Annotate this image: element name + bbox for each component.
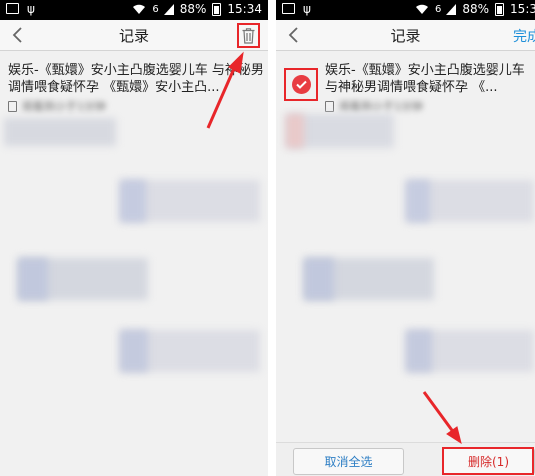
- right-screen: ψ 6 88% 15:3 记录 完成 娱乐-《甄嬛》安小主凸腹选婴儿车与神秘男调…: [276, 0, 535, 476]
- blurred-thumbnail: [120, 180, 146, 222]
- blurred-thumbnail: [18, 258, 48, 300]
- image-notification-icon: [6, 3, 19, 14]
- blurred-thumbnail: [304, 258, 334, 300]
- phone-icon: [325, 100, 334, 112]
- battery-percent: 88%: [179, 2, 207, 16]
- delete-trash-button[interactable]: [237, 23, 260, 48]
- blurred-thumbnail: [406, 330, 432, 372]
- status-bar: ψ 6 88% 15:34: [0, 0, 268, 20]
- trash-icon: [242, 27, 255, 44]
- record-meta: 观看到小于1分钟: [325, 98, 423, 114]
- page-title: 记录: [118, 27, 149, 45]
- blurred-thumbnail: [4, 118, 116, 146]
- battery-icon: [212, 2, 222, 16]
- record-checkbox[interactable]: [284, 68, 318, 101]
- record-meta: 观看到小于1分钟: [8, 98, 106, 114]
- check-icon: [291, 75, 311, 94]
- signal-bars-icon: [163, 3, 174, 15]
- watch-progress: 观看到小于1分钟: [22, 100, 106, 113]
- blurred-thumbnail: [286, 114, 304, 148]
- record-title: 娱乐-《甄嬛》安小主凸腹选婴儿车与神秘男调情喂食疑怀孕 《...: [325, 63, 525, 95]
- battery-icon: [495, 2, 505, 16]
- clock: 15:3: [510, 2, 535, 16]
- status-bar: ψ 6 88% 15:3: [276, 0, 535, 20]
- left-screen: ψ 6 88% 15:34 记录 娱乐-《甄嬛》安小主凸腹选婴儿车 与神秘男调情…: [0, 0, 268, 476]
- delete-highlight-box: [442, 447, 534, 475]
- screen-divider: [268, 0, 276, 476]
- top-bar: 记录 完成: [276, 20, 535, 51]
- top-bar: 记录: [0, 20, 268, 51]
- clock: 15:34: [227, 2, 262, 16]
- signal-icon: 6: [152, 3, 158, 15]
- record-title: 娱乐-《甄嬛》安小主凸腹选婴儿车 与神秘男调情喂食疑怀孕 《甄嬛》安小主凸...: [8, 63, 264, 95]
- wifi-icon: [416, 4, 428, 14]
- battery-percent: 88%: [462, 2, 490, 16]
- blurred-thumbnail: [406, 180, 430, 222]
- wifi-icon: [133, 4, 146, 14]
- done-button[interactable]: 完成: [513, 26, 535, 46]
- page-title: 记录: [390, 27, 421, 45]
- cancel-select-all-button[interactable]: 取消全选: [293, 448, 404, 475]
- blurred-thumbnail: [120, 330, 148, 372]
- watch-progress: 观看到小于1分钟: [339, 100, 423, 113]
- signal-icon: 6: [435, 3, 441, 15]
- usb-icon: ψ: [27, 2, 35, 16]
- image-notification-icon: [282, 3, 295, 14]
- usb-icon: ψ: [303, 2, 311, 16]
- phone-icon: [8, 100, 17, 112]
- history-record-item[interactable]: 娱乐-《甄嬛》安小主凸腹选婴儿车 与神秘男调情喂食疑怀孕 《甄嬛》安小主凸...…: [0, 58, 268, 118]
- history-record-item[interactable]: 娱乐-《甄嬛》安小主凸腹选婴儿车与神秘男调情喂食疑怀孕 《... 观看到小于1分…: [276, 58, 535, 118]
- signal-bars-icon: [446, 3, 457, 15]
